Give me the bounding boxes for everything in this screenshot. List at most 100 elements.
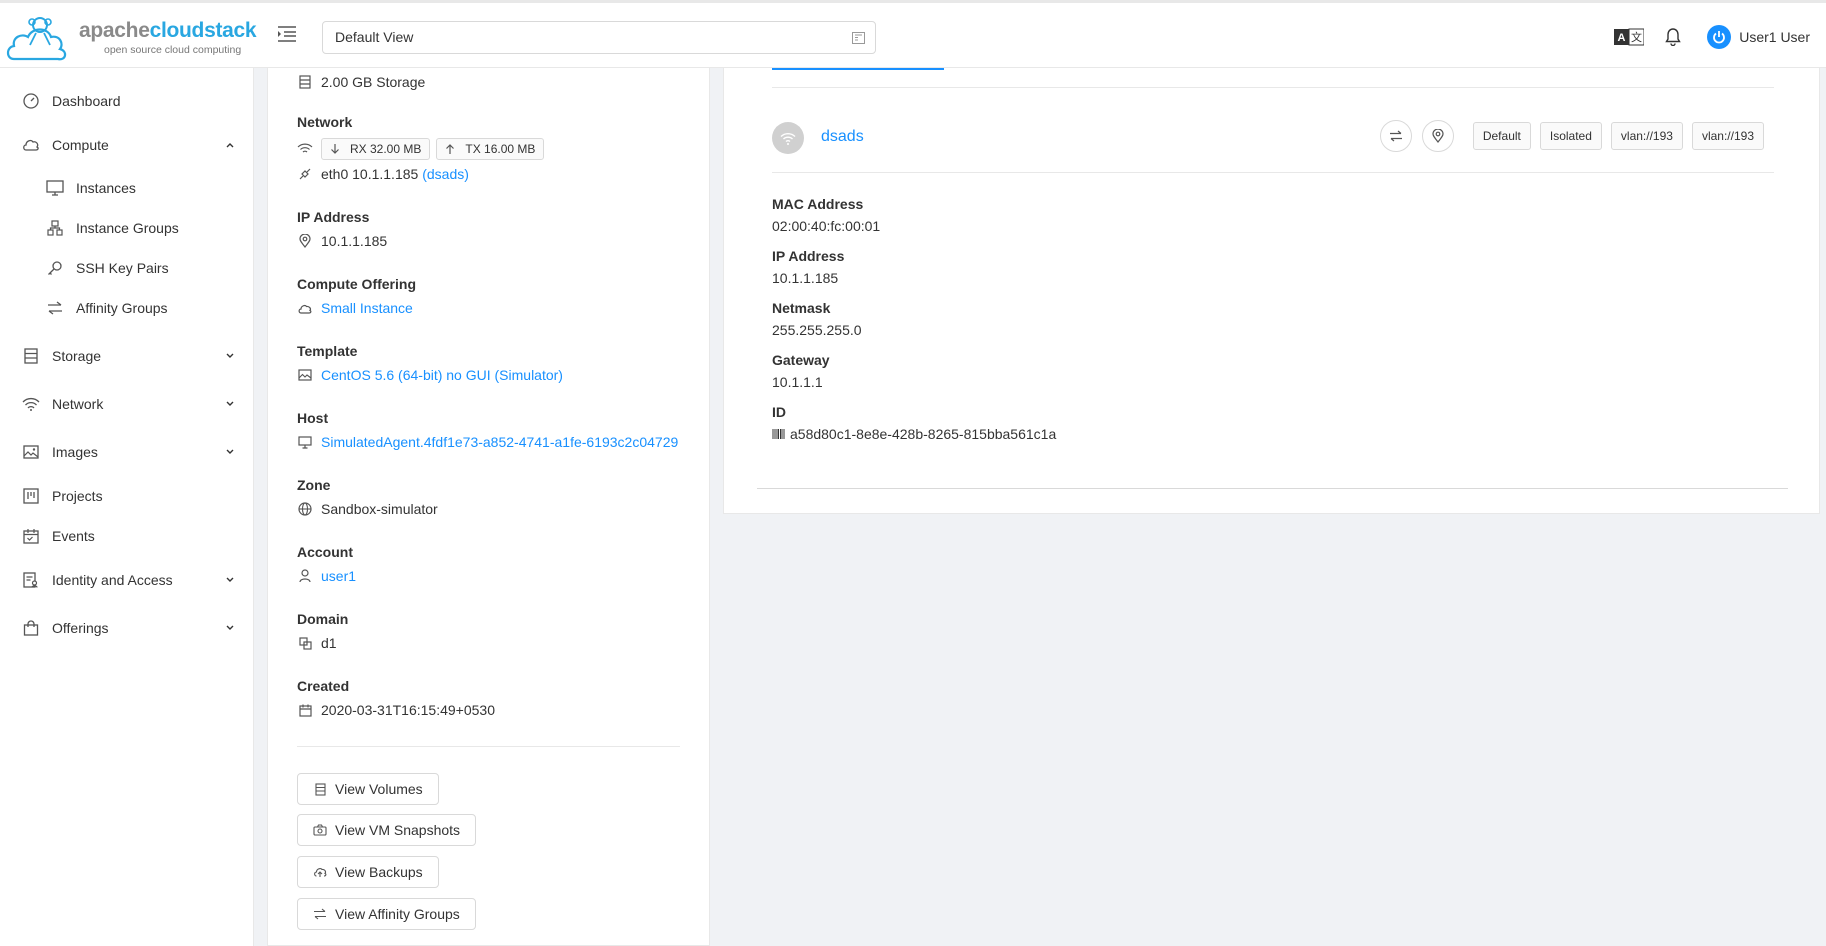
zone-row: Sandbox-simulator [297, 501, 438, 517]
bell-icon[interactable] [1657, 21, 1689, 53]
sidebar-item-label: Events [52, 528, 95, 544]
sidebar-item-instance-groups[interactable]: Instance Groups [0, 208, 254, 248]
svg-text:A: A [1618, 32, 1626, 44]
compute-offering-label: Compute Offering [297, 276, 416, 292]
divider [757, 488, 1788, 489]
nic-link[interactable]: (dsads) [422, 166, 469, 182]
mac-address-label: MAC Address [772, 196, 864, 212]
environment-icon[interactable] [1421, 120, 1454, 152]
logo-tagline: open source cloud computing [104, 44, 242, 56]
view-backups-label: View Backups [335, 864, 423, 880]
id-label: ID [772, 404, 786, 420]
camera-icon [313, 823, 327, 837]
sidebar-item-compute[interactable]: Compute [0, 125, 254, 165]
sidebar-item-events[interactable]: Events [0, 516, 254, 556]
account-label: Account [297, 544, 353, 560]
database-icon [22, 347, 40, 365]
cloud-icon [297, 300, 313, 316]
arrow-down-icon [331, 144, 339, 154]
view-vm-snapshots-label: View VM Snapshots [335, 822, 461, 838]
domain-value: d1 [321, 635, 337, 651]
compute-offering-link[interactable]: Small Instance [321, 300, 413, 316]
layout-icon [852, 32, 865, 44]
schedule-icon [22, 527, 40, 545]
swap-icon [313, 907, 327, 921]
host-link[interactable]: SimulatedAgent.4fdf1e73-a852-4741-a1fe-6… [321, 434, 678, 450]
network-traffic-row: RX 32.00 MB TX 16.00 MB [297, 138, 550, 160]
sidebar-item-projects[interactable]: Projects [0, 476, 254, 516]
template-label: Template [297, 343, 358, 359]
id-row: a58d80c1-8e8e-428b-8265-815bba561c1a [772, 426, 1056, 442]
nics-card: dsads Default Isolated vlan://193 vlan:/… [723, 68, 1820, 514]
picture-icon [22, 443, 40, 461]
apache-cloudstack-logo[interactable]: apachecloudstack open source cloud compu… [6, 11, 257, 65]
ip-address-label: IP Address [297, 209, 370, 225]
sidebar-item-label: Dashboard [52, 93, 121, 109]
divider [297, 746, 680, 747]
swap-icon[interactable] [1379, 120, 1412, 152]
sidebar-item-storage[interactable]: Storage [0, 336, 254, 376]
template-link[interactable]: CentOS 5.6 (64-bit) no GUI (Simulator) [321, 367, 563, 383]
netmask-value: 255.255.255.0 [772, 322, 862, 338]
logo-word-apache: apache [79, 19, 150, 42]
storage-row: 2.00 GB Storage [297, 74, 425, 90]
menu-fold-icon[interactable] [277, 25, 297, 43]
rx-value: RX 32.00 MB [350, 142, 422, 156]
global-icon [297, 501, 313, 517]
translate-icon[interactable]: A文 [1613, 21, 1645, 53]
nic-network-link[interactable]: dsads [821, 128, 864, 146]
instance-details-card: 2.00 GB Storage Network RX 32.00 MB TX 1… [267, 68, 710, 946]
domain-row: d1 [297, 635, 337, 651]
view-selector[interactable]: Default View [322, 21, 876, 54]
view-backups-button[interactable]: View Backups [297, 856, 439, 888]
chevron-down-icon [226, 449, 234, 454]
sidebar-item-dashboard[interactable]: Dashboard [0, 81, 254, 121]
nic-text: eth0 10.1.1.185 [321, 166, 419, 182]
chevron-down-icon [226, 401, 234, 406]
database-icon [297, 74, 313, 90]
shopping-icon [22, 619, 40, 637]
sidebar-item-affinity-groups[interactable]: Affinity Groups [0, 288, 254, 328]
sidebar-item-label: Storage [52, 348, 102, 364]
active-tab-indicator [772, 68, 944, 70]
ip-address-label: IP Address [772, 248, 845, 264]
user-menu[interactable]: User1 User [1707, 25, 1810, 49]
account-row: user1 [297, 568, 356, 584]
sidebar-item-label: Network [52, 396, 104, 412]
header-actions: A文 User1 User [1613, 3, 1810, 71]
storage-value: 2.00 GB Storage [321, 74, 426, 90]
key-icon [46, 259, 64, 277]
user-name: User1 User [1739, 29, 1810, 45]
chevron-down-icon [226, 625, 234, 630]
sidebar-item-label: Offerings [52, 620, 109, 636]
chevron-up-icon [226, 143, 234, 148]
view-volumes-button[interactable]: View Volumes [297, 773, 439, 805]
gateway-value: 10.1.1.1 [772, 374, 823, 390]
dashboard-icon [22, 92, 40, 110]
tx-tag: TX 16.00 MB [436, 138, 545, 160]
environment-icon [297, 233, 313, 249]
view-affinity-groups-button[interactable]: View Affinity Groups [297, 898, 476, 930]
sidebar-item-ssh-key-pairs[interactable]: SSH Key Pairs [0, 248, 254, 288]
logo-text: apachecloudstack open source cloud compu… [79, 19, 257, 56]
sidebar-item-instances[interactable]: Instances [0, 168, 254, 208]
logo-wordmark: apachecloudstack [79, 19, 257, 43]
divider [772, 172, 1774, 173]
netmask-label: Netmask [772, 300, 831, 316]
cloud-upload-icon [313, 865, 327, 879]
wifi-icon [22, 395, 40, 413]
sidebar-item-label: Affinity Groups [76, 300, 168, 316]
sidebar-item-images[interactable]: Images [0, 432, 254, 472]
host-label: Host [297, 410, 329, 426]
cloud-monkey-icon [6, 17, 67, 61]
sidebar-item-network[interactable]: Network [0, 384, 254, 424]
svg-text:文: 文 [1631, 30, 1642, 44]
chevron-down-icon [226, 353, 234, 358]
view-vm-snapshots-button[interactable]: View VM Snapshots [297, 814, 477, 846]
barcode-icon [772, 429, 785, 439]
sidebar-item-offerings[interactable]: Offerings [0, 608, 254, 648]
database-icon [313, 782, 327, 796]
sidebar-item-identity-and-access[interactable]: Identity and Access [0, 560, 254, 600]
nic-row: eth0 10.1.1.185 (dsads) [297, 166, 469, 182]
account-link[interactable]: user1 [321, 568, 356, 584]
